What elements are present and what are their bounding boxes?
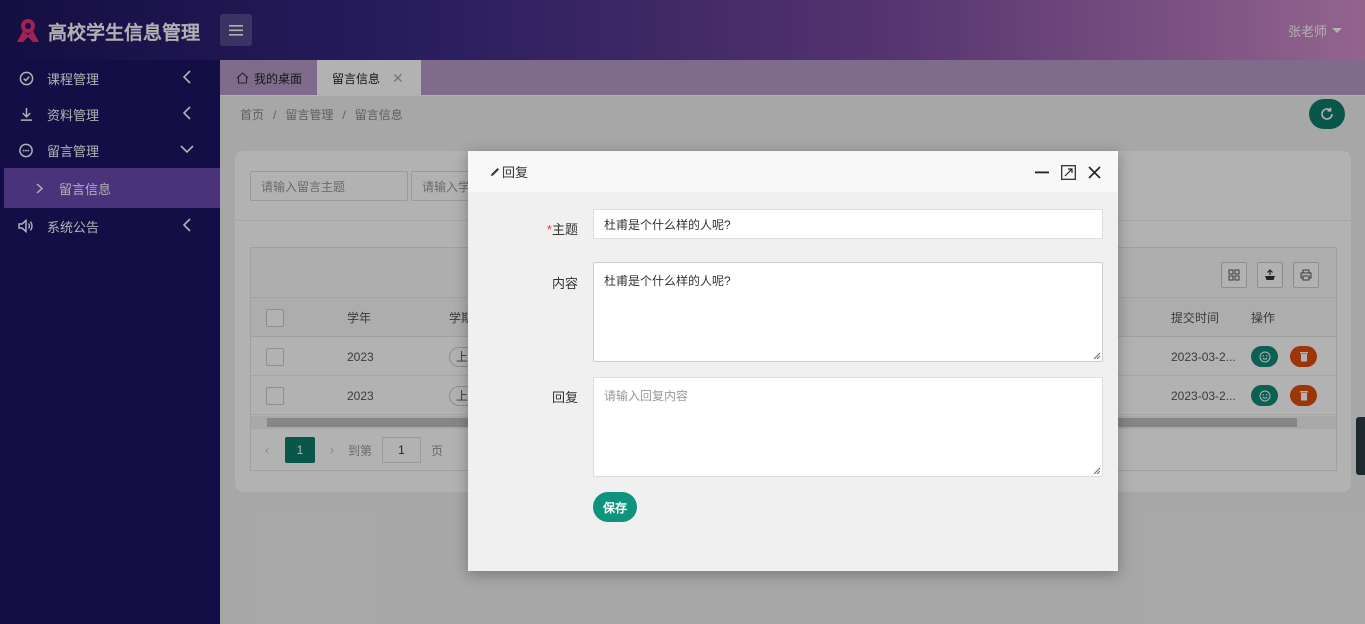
reply-textarea[interactable]: 请输入回复内容 [593, 377, 1103, 477]
content-text: 杜甫是个什么样的人呢? [604, 274, 731, 288]
minimize-button[interactable] [1034, 164, 1050, 180]
reply-label: 回复 [551, 390, 578, 405]
subject-label: *主题 [528, 219, 578, 238]
resize-grip-icon[interactable] [1093, 467, 1101, 475]
dialog-title: 回复 [502, 165, 529, 180]
subject-input[interactable]: 杜甫是个什么样的人呢? [593, 209, 1103, 239]
content-label: 内容 [551, 276, 578, 291]
reply-placeholder: 请输入回复内容 [604, 389, 689, 403]
maximize-button[interactable] [1060, 164, 1076, 180]
close-dialog-button[interactable] [1086, 164, 1102, 180]
resize-grip-icon[interactable] [1093, 352, 1101, 360]
close-icon [1087, 165, 1101, 179]
minimize-icon [1035, 171, 1049, 174]
edit-icon [491, 167, 499, 176]
content-textarea[interactable]: 杜甫是个什么样的人呢? [593, 262, 1103, 362]
maximize-icon [1060, 164, 1076, 180]
save-button[interactable]: 保存 [593, 492, 637, 522]
dialog-header: 回复 [468, 151, 1118, 193]
reply-dialog: 回复 *主题 杜甫是个什么样的人呢? 内容 杜甫是个什么样的人呢? 回复 请输入… [468, 151, 1118, 571]
subject-label-text: 主题 [551, 222, 578, 237]
